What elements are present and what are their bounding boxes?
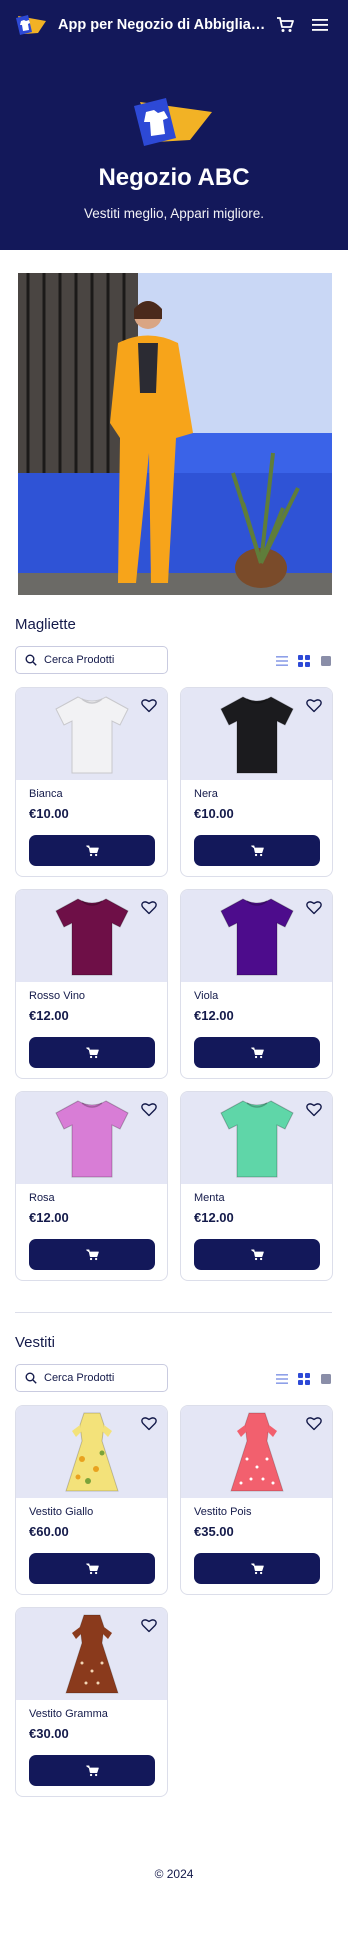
favorite-heart-icon[interactable] — [141, 1618, 157, 1633]
search-input[interactable]: Cerca Prodotti — [15, 646, 168, 674]
favorite-heart-icon[interactable] — [141, 1416, 157, 1431]
app-title: App per Negozio di Abbigliamento — [58, 17, 270, 33]
cart-icon — [250, 1248, 264, 1260]
favorite-heart-icon[interactable] — [141, 698, 157, 713]
product-name: Nera — [194, 788, 218, 800]
cart-icon — [250, 1046, 264, 1058]
add-to-cart-button[interactable] — [29, 1553, 155, 1584]
search-input[interactable]: Cerca Prodotti — [15, 1364, 168, 1392]
product-price: €12.00 — [194, 1008, 234, 1023]
store-logo[interactable] — [12, 11, 52, 39]
product-card[interactable]: Bianca €10.00 — [15, 687, 168, 877]
view-toggle — [276, 1372, 332, 1385]
product-image[interactable] — [16, 890, 167, 982]
product-card[interactable]: Vestito Pois €35.00 — [180, 1405, 333, 1595]
product-image[interactable] — [16, 688, 167, 780]
add-to-cart-button[interactable] — [29, 1239, 155, 1270]
product-price: €12.00 — [29, 1210, 69, 1225]
search-placeholder: Cerca Prodotti — [44, 654, 115, 666]
section-toolbar: Cerca Prodotti — [15, 646, 332, 674]
store-name: Negozio ABC — [98, 164, 250, 191]
list-view-icon[interactable] — [276, 1372, 288, 1384]
product-card[interactable]: Menta €12.00 — [180, 1091, 333, 1281]
favorite-heart-icon[interactable] — [141, 900, 157, 915]
cart-icon — [250, 1562, 264, 1574]
product-image[interactable] — [16, 1406, 167, 1498]
add-to-cart-button[interactable] — [194, 835, 320, 866]
add-to-cart-button[interactable] — [29, 1037, 155, 1068]
add-to-cart-button[interactable] — [194, 1037, 320, 1068]
product-name: Vestito Pois — [194, 1506, 252, 1518]
section-toolbar: Cerca Prodotti — [15, 1364, 332, 1392]
favorite-heart-icon[interactable] — [306, 1416, 322, 1431]
add-to-cart-button[interactable] — [29, 1755, 155, 1786]
cart-icon — [85, 1248, 99, 1260]
product-name: Bianca — [29, 788, 63, 800]
product-name: Vestito Giallo — [29, 1506, 94, 1518]
product-name: Rosa — [29, 1192, 55, 1204]
product-name: Menta — [194, 1192, 225, 1204]
product-image[interactable] — [181, 890, 332, 982]
search-placeholder: Cerca Prodotti — [44, 1372, 115, 1384]
favorite-heart-icon[interactable] — [306, 1102, 322, 1117]
section-title-magliette: Magliette — [15, 616, 76, 633]
product-price: €35.00 — [194, 1524, 234, 1539]
product-card[interactable]: Vestito Gramma €30.00 — [15, 1607, 168, 1797]
cart-icon — [85, 1046, 99, 1058]
add-to-cart-button[interactable] — [194, 1553, 320, 1584]
favorite-heart-icon[interactable] — [306, 698, 322, 713]
grid-view-icon[interactable] — [298, 1372, 310, 1385]
product-name: Viola — [194, 990, 219, 1002]
product-name: Vestito Gramma — [29, 1708, 108, 1720]
hero-section: Negozio ABC Vestiti meglio, Appari migli… — [0, 50, 348, 250]
product-image[interactable] — [16, 1092, 167, 1184]
store-tagline: Vestiti meglio, Appari migliore. — [83, 206, 265, 221]
grid-view-icon[interactable] — [298, 654, 310, 667]
cart-icon — [85, 844, 99, 856]
footer-copyright: © 2024 — [154, 1867, 194, 1881]
product-grid-magliette: Bianca €10.00 Nera €10.00 Rosso Vino €12.00 Vi… — [15, 687, 348, 1281]
product-name: Rosso Vino — [29, 990, 86, 1002]
cart-icon[interactable] — [276, 16, 294, 34]
favorite-heart-icon[interactable] — [306, 900, 322, 915]
add-to-cart-button[interactable] — [29, 835, 155, 866]
hero-banner-image — [18, 273, 332, 595]
product-price: €12.00 — [29, 1008, 69, 1023]
search-icon — [25, 1372, 37, 1384]
product-image[interactable] — [181, 1092, 332, 1184]
list-view-icon[interactable] — [276, 654, 288, 666]
product-price: €30.00 — [29, 1726, 69, 1741]
product-image[interactable] — [181, 688, 332, 780]
section-title-vestiti: Vestiti — [15, 1334, 56, 1351]
product-card[interactable]: Rosso Vino €12.00 — [15, 889, 168, 1079]
cart-icon — [250, 844, 264, 856]
product-image[interactable] — [16, 1608, 167, 1700]
add-to-cart-button[interactable] — [194, 1239, 320, 1270]
large-view-icon[interactable] — [320, 1372, 332, 1384]
favorite-heart-icon[interactable] — [141, 1102, 157, 1117]
hero-logo-icon — [126, 90, 222, 150]
product-price: €10.00 — [29, 806, 69, 821]
product-grid-vestiti: Vestito Giallo €60.00 Vestito Pois €35.00 Ve… — [15, 1405, 348, 1797]
product-card[interactable]: Nera €10.00 — [180, 687, 333, 877]
product-price: €60.00 — [29, 1524, 69, 1539]
search-icon — [25, 654, 37, 666]
cart-icon — [85, 1764, 99, 1776]
product-card[interactable]: Vestito Giallo €60.00 — [15, 1405, 168, 1595]
product-card[interactable]: Rosa €12.00 — [15, 1091, 168, 1281]
product-price: €10.00 — [194, 806, 234, 821]
hamburger-menu-icon[interactable] — [312, 16, 330, 34]
product-image[interactable] — [181, 1406, 332, 1498]
product-card[interactable]: Viola €12.00 — [180, 889, 333, 1079]
product-price: €12.00 — [194, 1210, 234, 1225]
view-toggle — [276, 654, 332, 667]
large-view-icon[interactable] — [320, 654, 332, 666]
cart-icon — [85, 1562, 99, 1574]
section-divider — [15, 1312, 332, 1313]
top-bar: App per Negozio di Abbigliamento — [0, 0, 348, 50]
